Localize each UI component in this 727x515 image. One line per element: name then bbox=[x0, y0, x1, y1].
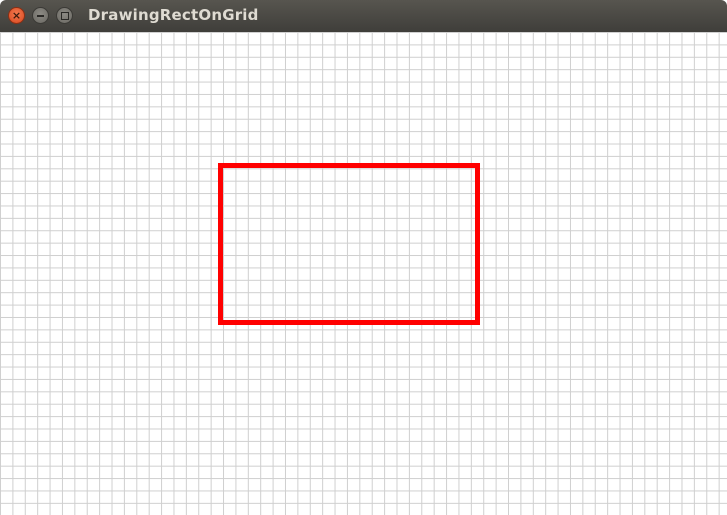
minimize-button[interactable] bbox=[32, 7, 49, 24]
grid-canvas[interactable] bbox=[0, 32, 727, 515]
maximize-icon bbox=[60, 11, 69, 20]
title-bar[interactable]: × DrawingRectOnGrid bbox=[0, 0, 727, 32]
maximize-button[interactable] bbox=[56, 7, 73, 24]
red-rectangle bbox=[218, 163, 480, 325]
minimize-icon bbox=[37, 14, 44, 17]
close-icon: × bbox=[11, 9, 22, 22]
window-title: DrawingRectOnGrid bbox=[88, 6, 259, 24]
close-button[interactable]: × bbox=[8, 7, 25, 24]
app-window: × DrawingRectOnGrid bbox=[0, 0, 727, 515]
